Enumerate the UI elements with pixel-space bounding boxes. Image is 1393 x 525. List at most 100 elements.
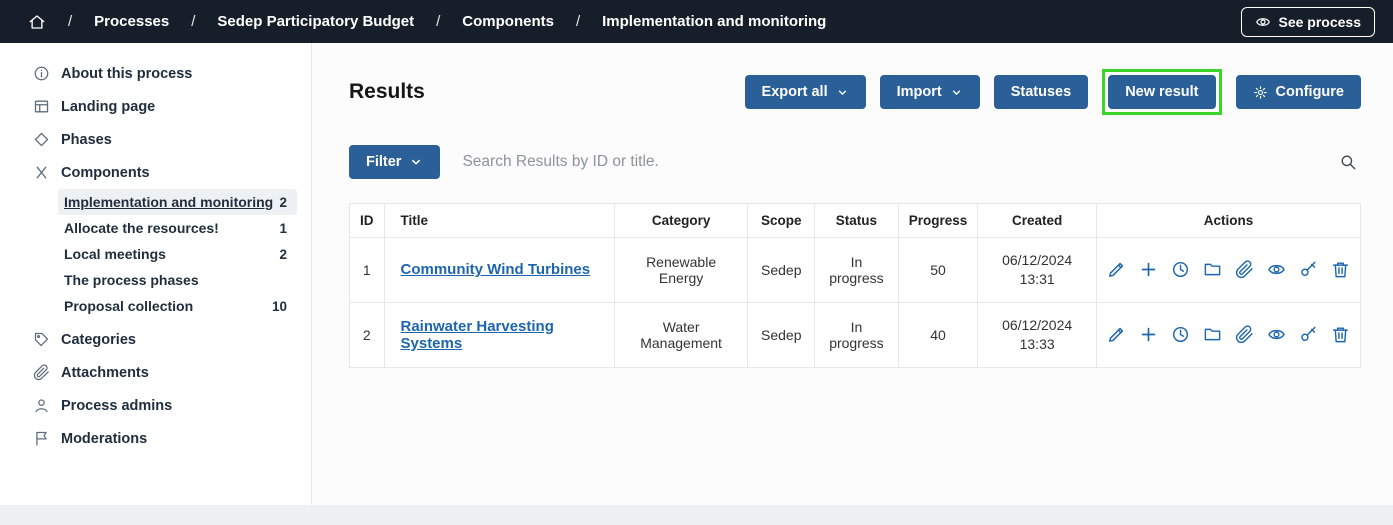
breadcrumb-separator: / [576,13,580,30]
sidebar-item-label: Phases [61,132,112,148]
col-header-progress: Progress [898,204,978,238]
eye-icon[interactable] [1267,260,1286,279]
count-badge: 1 [279,221,287,236]
edit-icon[interactable] [1107,260,1126,279]
sidebar-item-about[interactable]: About this process [0,57,311,90]
sidebar-subitem-label: Implementation and monitoring [64,194,273,210]
sidebar-item-categories[interactable]: Categories [0,323,311,356]
sidebar-item-label: Moderations [61,431,147,447]
result-title-link[interactable]: Rainwater Harvesting Systems [401,318,554,352]
gear-icon [1253,85,1268,100]
result-title-link[interactable]: Community Wind Turbines [401,261,591,278]
search-input[interactable] [462,153,1313,171]
flag-icon [33,430,50,447]
edit-icon[interactable] [1107,325,1126,344]
folder-icon[interactable] [1203,260,1222,279]
key-icon[interactable] [1299,325,1318,344]
breadcrumb-separator: / [436,13,440,30]
sidebar-item-label: Landing page [61,99,155,115]
table-header-row: ID Title Category Scope Status Progress … [350,204,1361,238]
count-badge: 2 [279,247,287,262]
cell-scope: Sedep [748,238,815,303]
see-process-button[interactable]: See process [1241,7,1376,37]
cell-scope: Sedep [748,302,815,367]
tag-icon [33,331,50,348]
sidebar-subitem-allocate-the-resources[interactable]: Allocate the resources! 1 [58,215,297,241]
cell-status: In progress [815,238,899,303]
filter-row: Filter [349,145,1361,179]
count-badge: 2 [279,195,287,210]
plus-icon[interactable] [1139,260,1158,279]
export-all-button[interactable]: Export all [745,75,866,109]
clock-icon[interactable] [1171,325,1190,344]
eye-icon[interactable] [1267,325,1286,344]
sidebar-subitem-label: The process phases [64,272,199,288]
sidebar-subitem-implementation-and-monitoring[interactable]: Implementation and monitoring 2 [58,189,297,215]
sidebar-subitem-local-meetings[interactable]: Local meetings 2 [58,241,297,267]
search-icon[interactable] [1335,149,1361,175]
breadcrumb-process-name[interactable]: Sedep Participatory Budget [217,13,414,30]
folder-icon[interactable] [1203,325,1222,344]
filter-button[interactable]: Filter [349,145,440,179]
cell-created: 06/12/2024 13:33 [978,302,1097,367]
import-button[interactable]: Import [880,75,980,109]
chevron-down-icon [950,86,963,99]
paperclip-icon [33,364,50,381]
breadcrumb-components[interactable]: Components [462,13,554,30]
configure-button[interactable]: Configure [1236,75,1361,109]
sidebar-subitem-proposal-collection[interactable]: Proposal collection 10 [58,293,297,319]
statuses-label: Statuses [1011,84,1071,100]
see-process-label: See process [1279,14,1362,30]
col-header-created: Created [978,204,1097,238]
created-date: 06/12/2024 [988,316,1086,335]
statuses-button[interactable]: Statuses [994,75,1088,109]
eye-icon [1255,14,1271,30]
sidebar-item-attachments[interactable]: Attachments [0,356,311,389]
count-badge: 10 [272,299,287,314]
table-row: 2 Rainwater Harvesting Systems Water Man… [350,302,1361,367]
sidebar-item-landing-page[interactable]: Landing page [0,90,311,123]
breadcrumb-separator: / [191,13,195,30]
paperclip-icon[interactable] [1235,260,1254,279]
topbar: / Processes / Sedep Participatory Budget… [0,0,1393,43]
new-result-button[interactable]: New result [1108,75,1215,109]
layout-icon [33,98,50,115]
col-header-actions: Actions [1097,204,1361,238]
paperclip-icon[interactable] [1235,325,1254,344]
page-title: Results [349,80,425,104]
filter-label: Filter [366,154,401,170]
breadcrumb-processes[interactable]: Processes [94,13,169,30]
breadcrumb-current-component[interactable]: Implementation and monitoring [602,13,826,30]
clock-icon[interactable] [1171,260,1190,279]
cell-progress: 40 [898,302,978,367]
home-icon[interactable] [28,13,46,31]
breadcrumb-separator: / [68,13,72,30]
sidebar-subitem-label: Local meetings [64,246,166,262]
new-result-label: New result [1125,84,1198,100]
cell-category: Water Management [614,302,748,367]
toolbar: Export all Import Statuses New re [745,69,1361,115]
col-header-category: Category [614,204,748,238]
trash-icon[interactable] [1331,325,1350,344]
sidebar-item-label: Process admins [61,398,172,414]
cell-status: In progress [815,302,899,367]
sidebar-item-moderations[interactable]: Moderations [0,422,311,455]
cell-created: 06/12/2024 13:31 [978,238,1097,303]
sidebar-item-label: Attachments [61,365,149,381]
chevron-down-icon [836,86,849,99]
sidebar-item-components[interactable]: Components [0,156,311,189]
table-row: 1 Community Wind Turbines Renewable Ener… [350,238,1361,303]
col-header-id: ID [350,204,385,238]
key-icon[interactable] [1299,260,1318,279]
sidebar-item-label: Categories [61,332,136,348]
sidebar-item-phases[interactable]: Phases [0,123,311,156]
cell-category: Renewable Energy [614,238,748,303]
plus-icon[interactable] [1139,325,1158,344]
configure-label: Configure [1276,84,1344,100]
trash-icon[interactable] [1331,260,1350,279]
sidebar-item-process-admins[interactable]: Process admins [0,389,311,422]
sidebar-subitem-the-process-phases[interactable]: The process phases [58,267,297,293]
col-header-status: Status [815,204,899,238]
main-content: Results Export all Import Statuses [312,43,1393,505]
breadcrumb: / Processes / Sedep Participatory Budget… [18,13,1241,31]
